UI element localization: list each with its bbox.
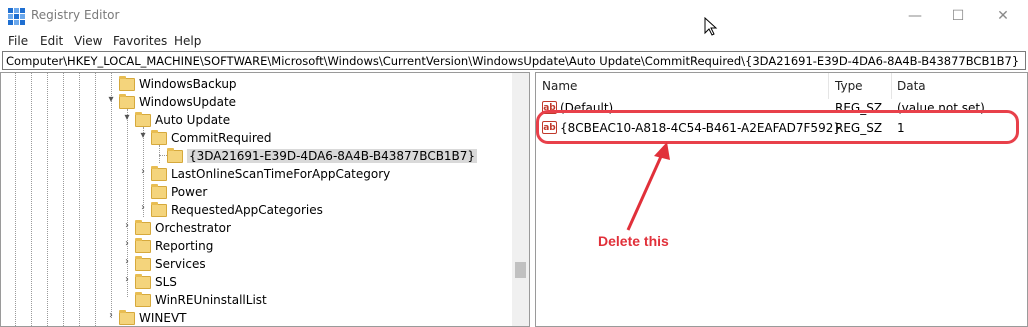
annotation-arrow-head: [654, 142, 670, 160]
annotation-label: Delete this: [598, 233, 669, 249]
annotation-arrow: [626, 142, 670, 231]
mouse-cursor-icon: [704, 17, 718, 36]
annotation-arrow-shaft: [626, 151, 665, 231]
